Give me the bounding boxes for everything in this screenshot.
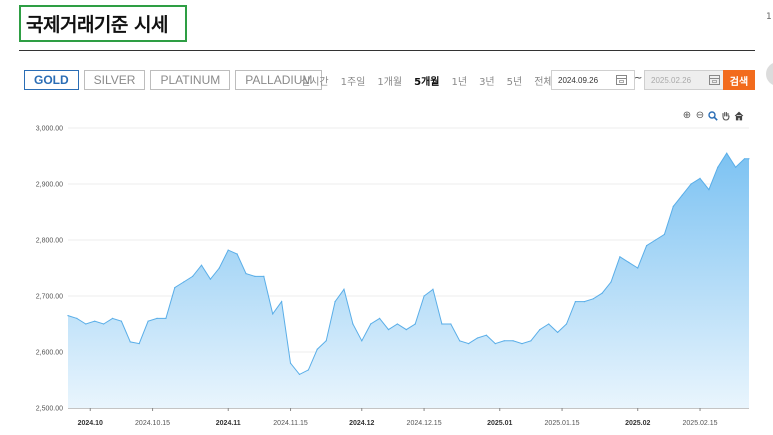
x-tick-label: 2024.10 [78,420,103,427]
gold-price-chart: 2,500.00 2,600.00 2,700.00 2,800.00 2,900.00… [36,126,750,427]
data-point [690,183,692,185]
y-tick-label: 2,700.00 [36,294,63,301]
data-point [583,301,585,303]
data-point [708,189,710,191]
x-tick-label: 2025.02 [625,420,650,427]
data-point [743,158,746,160]
data-point [681,194,683,196]
data-point [352,323,354,325]
y-tick-label: 2,800.00 [36,238,63,245]
data-point [263,275,265,277]
data-point [485,334,487,336]
data-point [414,323,416,325]
data-point [521,343,523,345]
data-point [557,331,559,333]
data-point [361,340,363,342]
data-point [76,317,78,319]
data-point [183,281,185,283]
price-area-fill [68,153,749,408]
data-point [289,362,292,364]
x-tick-label: 2025.01.15 [545,420,580,427]
data-point [748,158,750,160]
data-point [209,278,212,280]
data-point [396,323,398,325]
data-point [218,267,220,269]
data-point [120,320,123,322]
data-point [512,340,514,342]
data-point [405,329,407,331]
data-point [450,323,452,325]
data-point [646,245,648,247]
data-point [316,348,318,350]
data-point [281,301,283,303]
data-point [156,317,158,319]
data-point [325,340,327,342]
y-tick-label: 2,600.00 [36,350,63,357]
data-point [663,233,666,235]
data-point [129,341,131,343]
data-point [147,320,149,322]
x-tick-label: 2024.12 [349,420,374,427]
data-point [565,323,568,325]
data-point [476,337,479,339]
data-point [387,329,390,331]
y-tick-label: 2,900.00 [36,182,63,189]
data-point [467,343,470,345]
data-point [601,292,603,294]
data-point [272,313,274,315]
data-point [67,315,69,317]
data-point [192,275,194,277]
data-point [85,323,87,325]
data-point [245,273,247,275]
y-tick-label: 2,500.00 [36,406,63,413]
data-point [592,298,594,300]
data-point [370,323,372,325]
x-tick-label: 2024.11 [216,420,241,427]
data-point [200,264,203,266]
data-point [94,320,96,322]
data-point [548,323,550,325]
data-point [494,343,496,345]
data-point [174,287,176,289]
data-point [539,329,541,331]
data-point [236,253,238,255]
data-point [637,267,639,269]
data-point [343,288,345,290]
data-point [334,301,336,303]
data-point [699,177,701,179]
data-point [307,369,309,371]
y-tick-label: 3,000.00 [36,126,63,133]
data-point [227,249,229,251]
data-point [423,295,425,297]
data-point [432,288,434,290]
x-tick-label: 2024.10.15 [135,420,170,427]
data-point [503,340,505,342]
data-point [672,205,674,207]
data-point [574,301,577,303]
data-point [530,340,532,342]
data-point [654,239,657,241]
x-tick-label: 2024.12.15 [407,420,442,427]
data-point [726,152,728,154]
data-point [610,281,612,283]
data-point [717,166,719,168]
data-point [111,317,114,319]
x-tick-label: 2024.11.15 [273,420,308,427]
data-point [254,275,256,277]
data-point [441,323,443,325]
x-tick-label: 2025.01 [487,420,512,427]
data-point [103,323,105,325]
data-point [459,340,461,342]
data-point [735,166,737,168]
data-point [298,373,301,375]
data-point [165,317,167,319]
data-point [378,317,381,319]
data-point [138,343,140,345]
data-point [619,256,621,258]
x-tick-label: 2025.02.15 [683,420,718,427]
data-point [628,261,630,263]
